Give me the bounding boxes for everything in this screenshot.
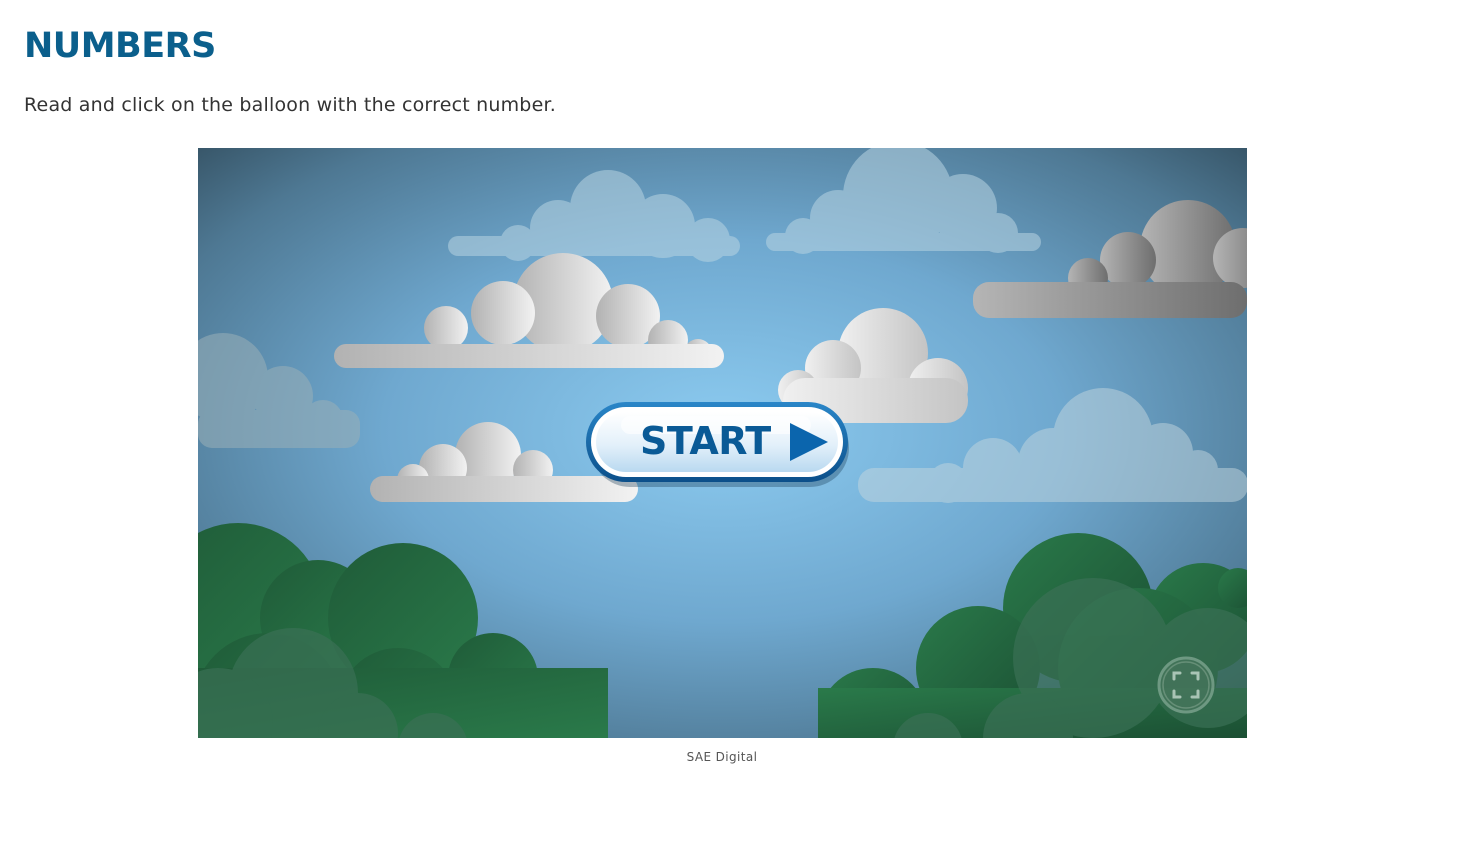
game-frame[interactable]: START (198, 148, 1247, 738)
page: NUMBERS Read and click on the balloon wi… (0, 0, 1460, 850)
fullscreen-icon (1157, 656, 1215, 714)
page-title: NUMBERS (24, 26, 216, 66)
instruction-text: Read and click on the balloon with the c… (24, 94, 556, 116)
fullscreen-button[interactable] (1157, 656, 1215, 714)
start-button[interactable]: START (585, 400, 852, 488)
play-triangle-icon (790, 423, 828, 461)
credit-text: SAE Digital (686, 750, 758, 764)
start-label: START (640, 419, 771, 463)
